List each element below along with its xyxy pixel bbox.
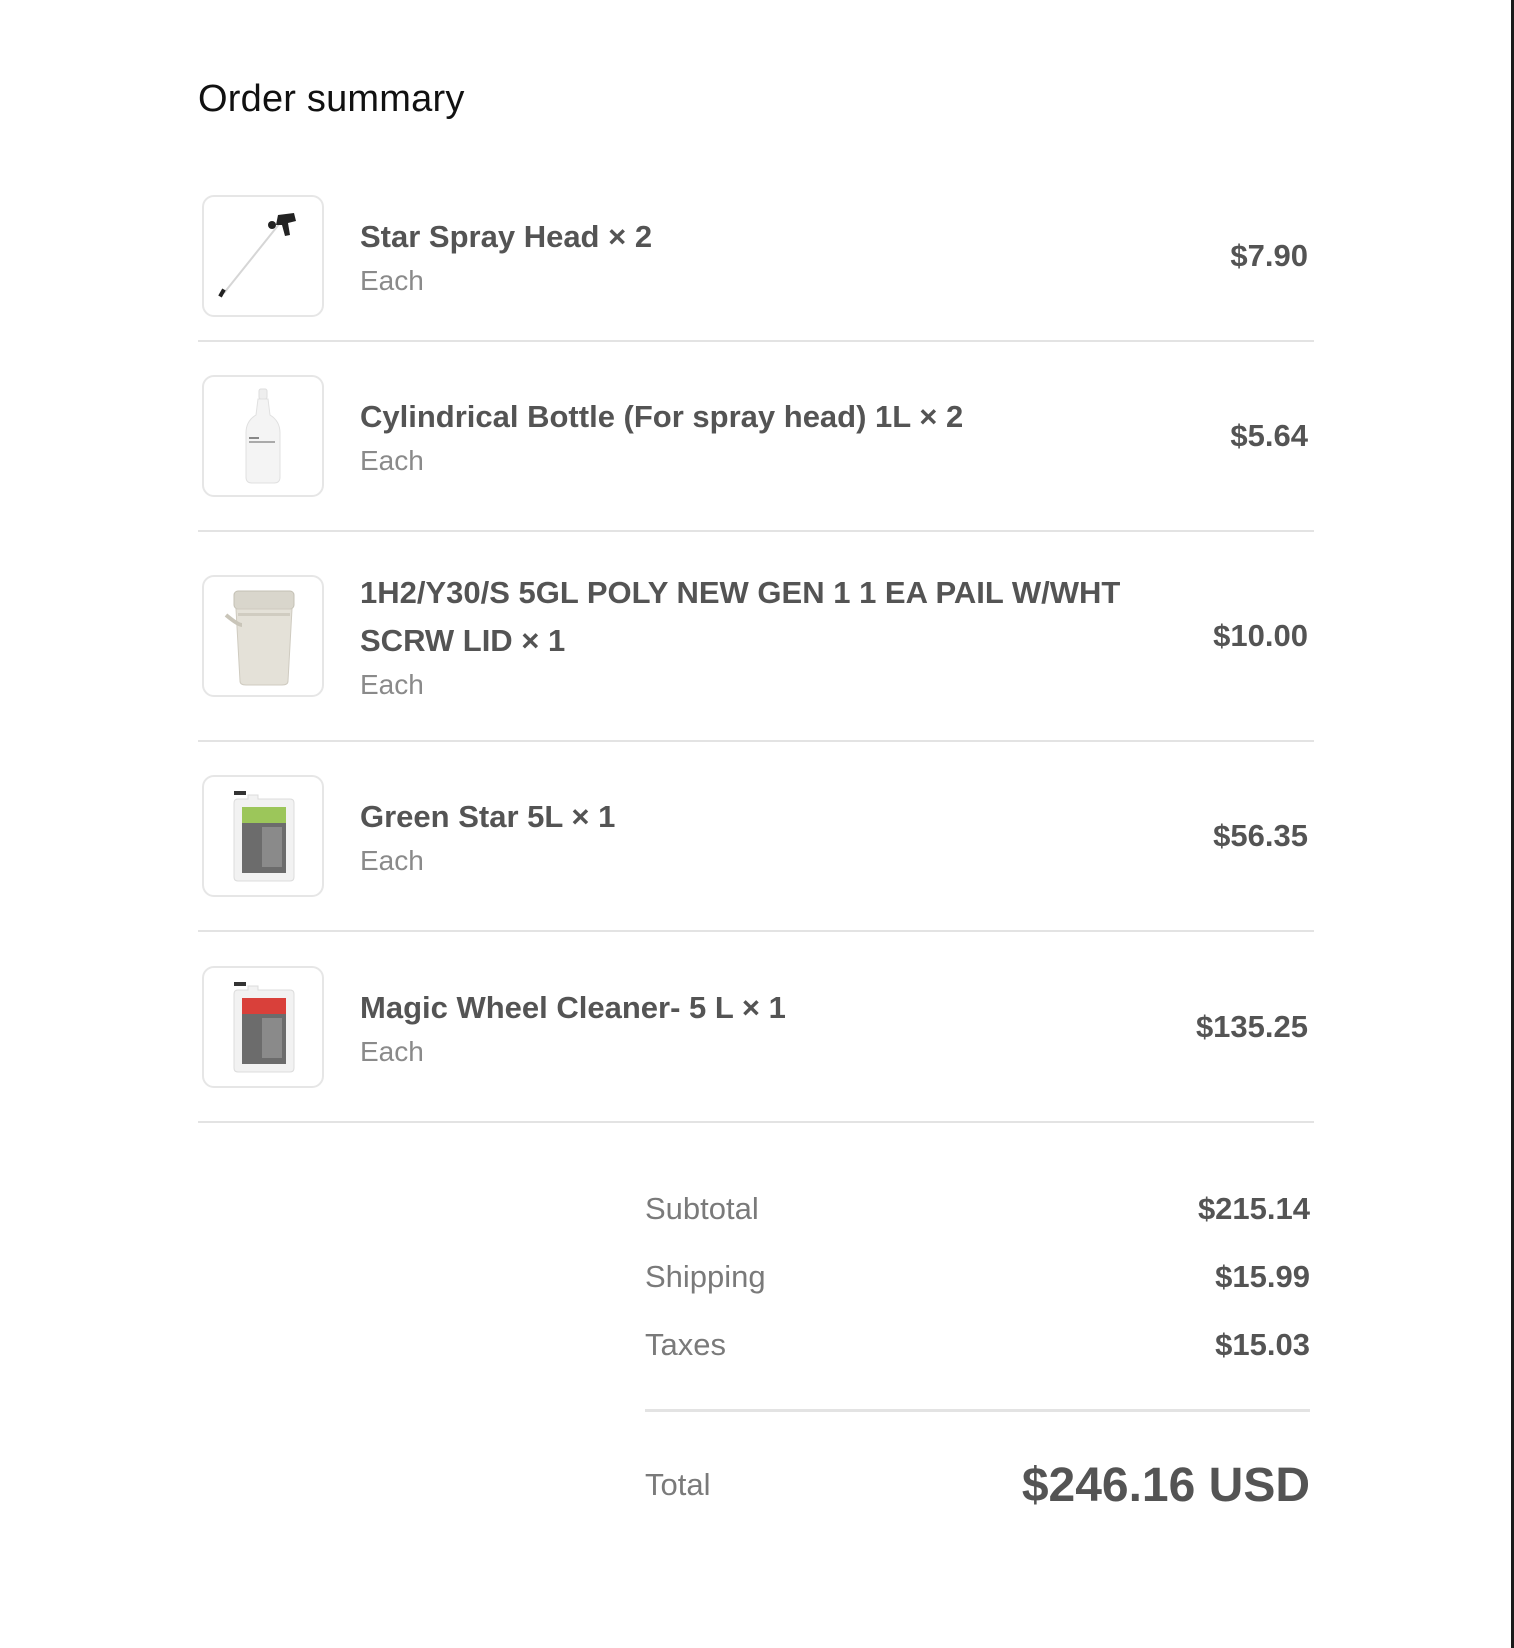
item-name: Star Spray Head × 2 <box>360 219 653 254</box>
totals-divider <box>645 1409 1310 1412</box>
item-price: $7.90 <box>1230 238 1308 273</box>
item-price: $10.00 <box>1213 618 1308 653</box>
subtotal-value: $215.14 <box>1197 1191 1310 1226</box>
item-unit: Each <box>360 1035 424 1067</box>
list-item: Star Spray Head × 2 Each $7.90 <box>198 172 1314 342</box>
bottle-icon <box>202 375 324 497</box>
item-details: Magic Wheel Cleaner- 5 L × 1 Each <box>360 984 1140 1070</box>
total-value: $246.16 USD <box>1021 1458 1310 1512</box>
item-unit: Each <box>360 669 424 700</box>
subtotal-row: Subtotal $215.14 <box>645 1175 1310 1243</box>
item-unit: Each <box>360 445 424 476</box>
taxes-label: Taxes <box>645 1327 726 1362</box>
shipping-label: Shipping <box>645 1259 766 1294</box>
spray-head-icon <box>202 195 324 317</box>
list-item: Green Star 5L × 1 Each $56.35 <box>198 742 1314 932</box>
item-unit: Each <box>360 265 424 296</box>
taxes-value: $15.03 <box>1215 1327 1310 1362</box>
green-canister-icon <box>202 775 324 897</box>
list-item: 1H2/Y30/S 5GL POLY NEW GEN 1 1 EA PAIL W… <box>198 532 1314 742</box>
list-item: Cylindrical Bottle (For spray head) 1L ×… <box>198 342 1314 532</box>
order-items-list: Star Spray Head × 2 Each $7.90 Cylindric… <box>198 172 1314 1123</box>
item-details: 1H2/Y30/S 5GL POLY NEW GEN 1 1 EA PAIL W… <box>360 569 1140 703</box>
item-price: $5.64 <box>1230 418 1308 453</box>
red-canister-icon <box>202 965 324 1088</box>
item-name: Magic Wheel Cleaner- 5 L × 1 <box>360 989 786 1025</box>
pail-icon <box>202 575 324 697</box>
list-item: Magic Wheel Cleaner- 5 L × 1 Each $135.2… <box>198 932 1314 1123</box>
total-label: Total <box>645 1467 711 1502</box>
item-name: Cylindrical Bottle (For spray head) 1L ×… <box>360 399 964 434</box>
item-details: Green Star 5L × 1 Each <box>360 793 1140 879</box>
shipping-row: Shipping $15.99 <box>645 1243 1310 1311</box>
item-unit: Each <box>360 845 424 876</box>
total-row: Total $246.16 USD <box>645 1450 1310 1520</box>
item-details: Star Spray Head × 2 Each <box>360 213 1140 299</box>
item-name: 1H2/Y30/S 5GL POLY NEW GEN 1 1 EA PAIL W… <box>360 575 1121 658</box>
item-details: Cylindrical Bottle (For spray head) 1L ×… <box>360 393 1140 479</box>
taxes-row: Taxes $15.03 <box>645 1311 1310 1379</box>
totals-section: Subtotal $215.14 Shipping $15.99 Taxes $… <box>645 1175 1310 1379</box>
subtotal-label: Subtotal <box>645 1191 759 1226</box>
item-name: Green Star 5L × 1 <box>360 799 616 834</box>
item-price: $135.25 <box>1195 1008 1308 1044</box>
shipping-value: $15.99 <box>1215 1259 1310 1294</box>
page-title: Order summary <box>198 78 465 120</box>
item-price: $56.35 <box>1213 818 1308 853</box>
